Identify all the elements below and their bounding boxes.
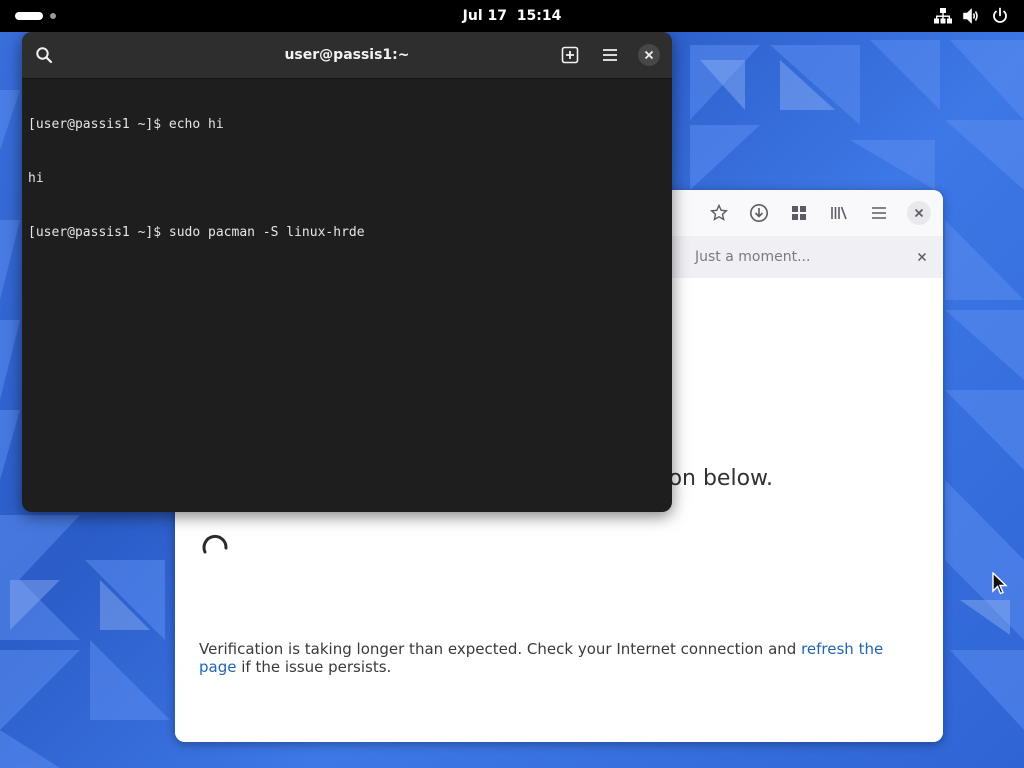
loading-spinner-icon bbox=[199, 530, 231, 562]
terminal-window: user@passis1:~ [user@passis1 ~]$ echo hi… bbox=[22, 32, 672, 512]
tab-close-button[interactable] bbox=[913, 248, 931, 266]
close-icon bbox=[917, 252, 927, 262]
terminal-line: [user@passis1 ~]$ echo hi bbox=[28, 117, 224, 132]
verification-message: Verification is taking longer than expec… bbox=[199, 640, 919, 676]
workspace-indicator[interactable] bbox=[50, 13, 56, 19]
tab-title[interactable]: Just a moment... bbox=[695, 236, 810, 278]
menu-icon[interactable] bbox=[867, 201, 891, 225]
top-bar: Jul 17 15:14 bbox=[0, 0, 1024, 32]
menu-icon[interactable] bbox=[598, 43, 622, 67]
terminal-line: [user@passis1 ~]$ sudo pacman -S linux-h… bbox=[28, 225, 365, 240]
message-text: Verification is taking longer than expec… bbox=[199, 640, 802, 658]
terminal-line: hi bbox=[28, 171, 44, 186]
extensions-icon[interactable] bbox=[787, 201, 811, 225]
bookmark-star-icon[interactable] bbox=[707, 201, 731, 225]
mouse-pointer-icon bbox=[992, 571, 1008, 596]
power-icon[interactable] bbox=[991, 7, 1009, 25]
new-tab-icon[interactable] bbox=[558, 43, 582, 67]
clock-date: Jul 17 bbox=[462, 8, 507, 24]
message-text-end: if the issue persists. bbox=[236, 658, 392, 676]
network-icon[interactable] bbox=[934, 7, 952, 25]
search-icon[interactable] bbox=[32, 43, 56, 67]
terminal-header: user@passis1:~ bbox=[22, 32, 672, 79]
close-icon bbox=[914, 208, 924, 218]
downloads-icon[interactable] bbox=[747, 201, 771, 225]
library-icon[interactable] bbox=[827, 201, 851, 225]
clock: Jul 17 15:14 bbox=[0, 0, 1024, 32]
clock-button[interactable]: Jul 17 15:14 bbox=[463, 8, 562, 24]
close-icon bbox=[644, 50, 654, 60]
close-window-button[interactable] bbox=[907, 201, 931, 225]
activities-button[interactable] bbox=[15, 12, 43, 20]
volume-icon[interactable] bbox=[962, 7, 980, 25]
terminal-close-button[interactable] bbox=[638, 44, 660, 66]
clock-time: 15:14 bbox=[516, 8, 562, 24]
terminal-output[interactable]: [user@passis1 ~]$ echo hi hi [user@passi… bbox=[28, 80, 664, 500]
